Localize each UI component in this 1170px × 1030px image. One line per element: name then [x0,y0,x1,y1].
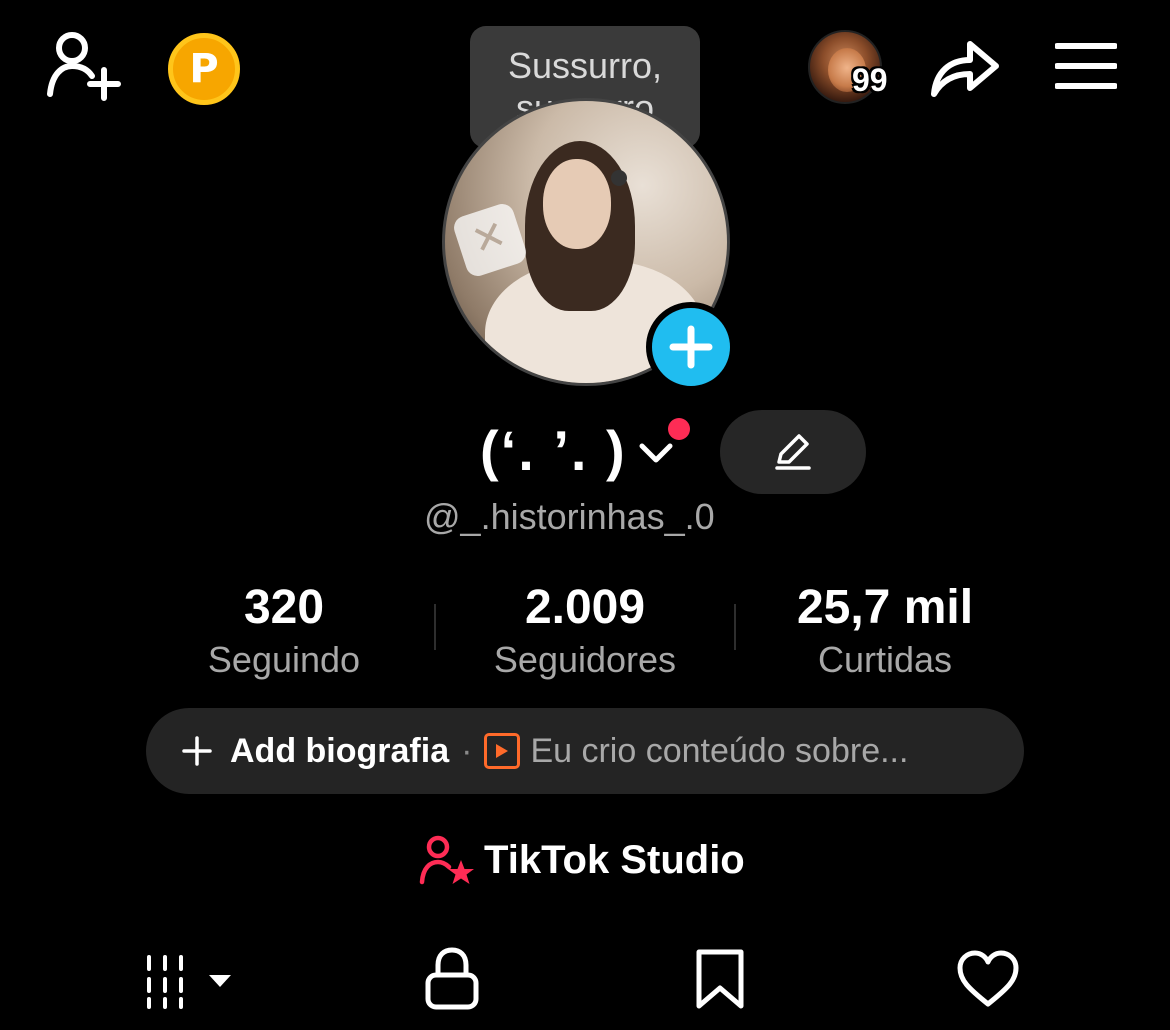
stat-followers[interactable]: 2.009 Seguidores [435,578,735,682]
notification-dot [668,418,690,440]
add-bio-label: Add biografia [230,731,450,770]
stat-value: 320 [243,581,325,634]
tab-saved[interactable] [684,944,756,1014]
tab-videos[interactable] [130,944,240,1014]
add-bio-button[interactable]: Add biografia · Eu crio conteúdo sobre..… [146,708,1024,794]
stat-label: Seguindo [207,639,361,680]
coins-icon[interactable]: P [168,33,240,105]
stat-label: Seguidores [493,639,677,680]
grid-icon [147,955,231,1009]
play-box-icon [484,733,521,769]
stat-value: 25,7 mil [796,581,974,634]
stat-value: 2.009 [524,581,646,634]
bio-hint: Eu crio conteúdo sobre... [530,731,909,770]
tab-liked[interactable] [948,944,1028,1014]
menu-icon[interactable] [1055,40,1117,92]
bookmark-icon [696,949,744,1009]
stat-following[interactable]: 320 Seguindo [134,578,434,682]
pencil-icon [775,434,811,470]
bio-separator: · [461,731,473,770]
share-icon[interactable] [928,32,1002,100]
plus-icon [669,325,713,369]
tiktok-studio-link[interactable]: TikTok Studio [418,830,745,890]
tiktok-studio-label: TikTok Studio [484,837,745,882]
tooltip-anchor-dot [611,170,627,186]
notification-badge: 99 [852,62,888,98]
stat-label: Curtidas [817,639,953,680]
tab-private[interactable] [412,944,492,1014]
add-friend-icon[interactable] [42,30,124,102]
stat-likes[interactable]: 25,7 mil Curtidas [735,578,1035,682]
chevron-down-icon[interactable] [636,432,676,472]
lock-icon [425,947,479,1010]
edit-profile-button[interactable] [720,410,866,494]
profile-name: (‘. ’. ) [480,419,627,482]
heart-icon [957,950,1019,1007]
add-story-button[interactable] [646,302,736,392]
profile-handle: @_.historinhas_.0 [424,496,715,537]
plus-icon [182,736,212,766]
coin-letter: P [189,46,219,92]
creator-star-icon [419,835,474,885]
